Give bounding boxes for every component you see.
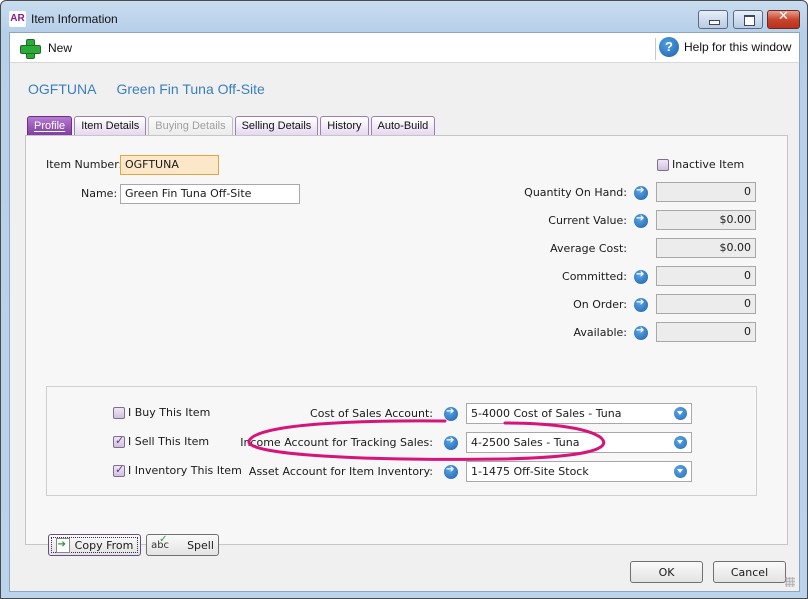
copy-from-label: Copy From [74, 538, 134, 552]
inactive-item-label: Inactive Item [672, 158, 745, 171]
close-icon: ✕ [778, 9, 789, 24]
maximize-button[interactable] [733, 10, 763, 29]
available-field: 0 [656, 322, 756, 342]
asset-account-value: 1-1475 Off-Site Stock [471, 465, 589, 478]
profile-panel: Item Number: OGFTUNA Name: Green Fin Tun… [25, 135, 788, 556]
resize-grip[interactable] [785, 577, 795, 587]
quantity-on-hand-field: 0 [656, 182, 756, 202]
on-order-link-icon[interactable] [634, 297, 648, 312]
tab-auto-build[interactable]: Auto-Build [370, 116, 436, 135]
ok-label: OK [658, 565, 675, 579]
i-buy-checkbox-box[interactable] [113, 406, 125, 419]
i-sell-label: I Sell This Item [128, 435, 210, 448]
i-buy-label: I Buy This Item [128, 406, 211, 419]
spell-button[interactable]: abc Spell [146, 534, 219, 556]
income-account-label: Income Account for Tracking Sales: [240, 436, 433, 449]
tab-profile[interactable]: Profile [27, 116, 73, 136]
heading-item-number: OGFTUNA [28, 81, 97, 97]
new-button[interactable]: New [20, 37, 72, 59]
close-button[interactable]: ✕ [767, 9, 800, 29]
inactive-item-checkbox-box[interactable] [657, 158, 669, 171]
help-button-label: Help for this window [684, 40, 792, 54]
income-account-select[interactable]: 4-2500 Sales - Tuna [466, 432, 692, 453]
committed-field: 0 [656, 266, 756, 286]
cost-of-sales-link-icon[interactable] [444, 406, 458, 421]
copy-icon [55, 537, 70, 553]
plus-icon [20, 38, 41, 59]
chevron-down-icon[interactable] [674, 436, 687, 449]
current-value-link-icon[interactable] [634, 213, 648, 228]
help-icon: ? [659, 37, 679, 57]
app-logo-icon: AR [9, 11, 26, 27]
quantity-on-hand-label: Quantity On Hand: [524, 186, 627, 199]
tab-selling-details[interactable]: Selling Details [234, 116, 319, 135]
tab-history[interactable]: History [320, 116, 369, 135]
committed-label: Committed: [562, 270, 627, 283]
cost-of-sales-account-select[interactable]: 5-4000 Cost of Sales - Tuna [466, 403, 692, 424]
average-cost-label: Average Cost: [550, 242, 627, 255]
item-number-field[interactable]: OGFTUNA [120, 155, 219, 175]
on-order-label: On Order: [573, 298, 627, 311]
item-number-label: Item Number: [46, 158, 123, 171]
current-value-field: $0.00 [656, 210, 756, 230]
heading-item-name: Green Fin Tuna Off-Site [116, 81, 265, 97]
average-cost-field: $0.00 [656, 238, 756, 258]
accounts-group: I Buy This Item I Sell This Item I Inven… [46, 386, 757, 496]
spell-check-icon: abc [151, 534, 169, 551]
committed-link-icon[interactable] [634, 269, 648, 284]
i-inventory-label: I Inventory This Item [128, 464, 242, 477]
available-link-icon[interactable] [634, 325, 648, 340]
item-information-window: AR Item Information ✕ New ? Help for thi… [0, 0, 808, 599]
tab-bar: Profile Item Details Buying Details Sell… [27, 116, 436, 136]
cost-of-sales-account-label: Cost of Sales Account: [310, 407, 433, 420]
window-title: Item Information [31, 12, 118, 26]
chevron-down-icon[interactable] [674, 465, 687, 478]
name-field[interactable]: Green Fin Tuna Off-Site [120, 184, 300, 204]
asset-account-link-icon[interactable] [444, 464, 458, 479]
help-button[interactable]: ? Help for this window [659, 37, 791, 57]
i-inventory-checkbox-box[interactable] [113, 463, 125, 477]
i-sell-checkbox[interactable]: I Sell This Item [113, 434, 210, 448]
asset-account-select[interactable]: 1-1475 Off-Site Stock [466, 461, 692, 482]
cancel-label: Cancel [730, 565, 769, 579]
toolbar-divider [655, 38, 656, 60]
asset-account-label: Asset Account for Item Inventory: [248, 465, 433, 478]
title-bar[interactable]: AR Item Information ✕ [1, 1, 807, 35]
name-label: Name: [81, 187, 118, 200]
i-sell-checkbox-box[interactable] [113, 434, 125, 448]
i-inventory-checkbox[interactable]: I Inventory This Item [113, 463, 242, 477]
available-label: Available: [573, 326, 628, 339]
copy-from-button[interactable]: Copy From [48, 534, 141, 556]
minimize-button[interactable] [698, 10, 728, 29]
new-button-label: New [48, 41, 73, 55]
item-heading: OGFTUNA Green Fin Tuna Off-Site [28, 81, 265, 97]
window-client-area: New ? Help for this window OGFTUNA Green… [9, 32, 800, 592]
on-order-field: 0 [656, 294, 756, 314]
toolbar: New ? Help for this window [10, 33, 799, 63]
tab-item-details[interactable]: Item Details [74, 116, 147, 135]
income-account-value: 4-2500 Sales - Tuna [471, 436, 580, 449]
ok-button[interactable]: OK [630, 561, 703, 583]
inactive-item-checkbox[interactable]: Inactive Item [657, 158, 744, 171]
income-account-link-icon[interactable] [444, 435, 458, 450]
tab-buying-details: Buying Details [148, 116, 233, 135]
cost-of-sales-account-value: 5-4000 Cost of Sales - Tuna [471, 407, 622, 420]
i-buy-checkbox[interactable]: I Buy This Item [113, 406, 210, 419]
quantity-on-hand-link-icon[interactable] [634, 185, 648, 200]
cancel-button[interactable]: Cancel [713, 561, 786, 583]
chevron-down-icon[interactable] [674, 407, 687, 420]
current-value-label: Current Value: [548, 214, 627, 227]
spell-label: Spell [187, 538, 214, 552]
